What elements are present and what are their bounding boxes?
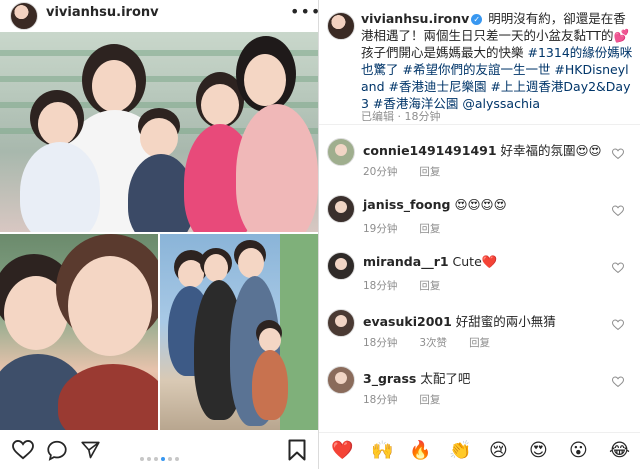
heart-eyes-emoji[interactable]: 😍 — [529, 441, 548, 461]
surprised-emoji[interactable]: 😮 — [569, 441, 588, 461]
carousel-dot — [153, 457, 158, 461]
comment-like-heart-icon[interactable] — [612, 148, 624, 160]
raised-hands-emoji[interactable]: 🙌 — [371, 441, 393, 461]
comment-text: connie1491491491 好幸福的氛圍😍😍 — [363, 140, 602, 159]
comment-row: miranda__r1 Cute❤️ 18分钟 回复 — [319, 248, 640, 304]
reply-button[interactable]: 回复 — [419, 280, 440, 292]
comment-emoji: 😍😍 — [575, 143, 602, 158]
comment-body: 太配了吧 — [416, 371, 471, 386]
caption-body-2: 孩子們開心是媽媽最大的快樂 — [361, 45, 524, 60]
caption-meta: 已编辑 · 18分钟 — [361, 110, 441, 123]
comment-like-heart-icon[interactable] — [612, 262, 624, 274]
carousel-dot — [174, 457, 179, 461]
caption-avatar[interactable] — [327, 12, 355, 40]
laughing-emoji[interactable]: 😂 — [609, 441, 630, 461]
commenter-avatar[interactable] — [327, 252, 355, 280]
commenter-avatar[interactable] — [327, 366, 355, 394]
author-username[interactable]: vivianhsu.ironv — [46, 5, 159, 20]
comment-like-heart-icon[interactable] — [612, 376, 624, 388]
comment-time: 18分钟 — [363, 337, 398, 349]
comment-like-heart-icon[interactable] — [612, 319, 624, 331]
bookmark-icon[interactable] — [288, 439, 306, 461]
comment-meta: 20分钟 回复 — [363, 164, 462, 179]
comment-row: evasuki2001 好甜蜜的兩小無猜 18分钟 3次赞 回复 — [319, 305, 640, 361]
comment-emoji: ❤️ — [481, 254, 498, 269]
comment-meta: 18分钟 回复 — [363, 278, 462, 293]
comment-text: 3_grass 太配了吧 — [363, 368, 470, 387]
caption-time: 18分钟 — [404, 110, 441, 123]
carousel-dot-active — [160, 457, 165, 461]
heart-emoji[interactable]: ❤️ — [331, 441, 353, 461]
post-media-panel: vivianhsu.ironv ••• — [0, 0, 321, 469]
comment-time: 19分钟 — [363, 223, 398, 235]
comment-time: 18分钟 — [363, 394, 398, 406]
clapping-emoji[interactable]: 👏 — [449, 441, 471, 461]
comment-body: Cute — [448, 254, 482, 269]
comment-time: 20分钟 — [363, 166, 398, 178]
quick-emoji-bar: ❤️ 🙌 🔥 👏 😢 😍 😮 😂 — [319, 432, 640, 470]
edited-label: 已编辑 — [361, 110, 394, 123]
comment-emoji: 😍😍😍😍 — [454, 197, 507, 212]
reply-button[interactable]: 回复 — [469, 337, 490, 349]
caption-username[interactable]: vivianhsu.ironv — [361, 11, 469, 26]
carousel-dot — [146, 457, 151, 461]
comment-row: 3_grass 太配了吧 18分钟 回复 — [319, 362, 640, 418]
comment-text: miranda__r1 Cute❤️ — [363, 254, 497, 270]
author-avatar[interactable] — [10, 2, 38, 30]
fire-emoji[interactable]: 🔥 — [409, 441, 431, 461]
verified-badge-icon: ✓ — [471, 14, 483, 25]
comment-row: connie1491491491 好幸福的氛圍😍😍 20分钟 回复 — [319, 134, 640, 190]
comment-icon[interactable] — [46, 440, 68, 461]
commenter-avatar[interactable] — [327, 309, 355, 337]
reply-button[interactable]: 回复 — [419, 166, 440, 178]
comment-body: 好甜蜜的兩小無猜 — [451, 314, 556, 329]
commenter-avatar[interactable] — [327, 195, 355, 223]
comment-body: 好幸福的氛圍 — [496, 143, 576, 158]
share-icon[interactable] — [80, 440, 101, 460]
post-photo-top[interactable] — [0, 32, 318, 232]
comment-meta: 18分钟 回复 — [363, 392, 462, 407]
commenter-avatar[interactable] — [327, 138, 355, 166]
post-photo-bottom-right[interactable] — [160, 234, 318, 430]
commenter-username[interactable]: 3_grass — [363, 371, 416, 386]
post-photo-bottom-left[interactable] — [0, 234, 158, 430]
heart-outline-icon[interactable] — [12, 440, 34, 460]
reply-button[interactable]: 回复 — [419, 223, 440, 235]
caption-text: vivianhsu.ironv ✓ 明明沒有約，卻還是在香港相遇了！兩個生日只差一… — [361, 10, 633, 112]
comment-time: 18分钟 — [363, 280, 398, 292]
comment-likes[interactable]: 3次赞 — [419, 337, 447, 349]
commenter-username[interactable]: miranda__r1 — [363, 254, 449, 269]
caption-separator — [319, 124, 640, 125]
comment-text: janiss_foong 😍😍😍😍 — [363, 197, 507, 212]
reply-button[interactable]: 回复 — [419, 394, 440, 406]
commenter-username[interactable]: janiss_foong — [363, 197, 451, 212]
comments-panel: vivianhsu.ironv ✓ 明明沒有約，卻還是在香港相遇了！兩個生日只差一… — [319, 0, 640, 469]
more-horizontal-icon[interactable]: ••• — [290, 2, 321, 21]
comment-row: janiss_foong 😍😍😍😍 19分钟 回复 — [319, 191, 640, 247]
post-header: vivianhsu.ironv ••• — [0, 0, 321, 30]
comment-like-heart-icon[interactable] — [612, 205, 624, 217]
commenter-username[interactable]: evasuki2001 — [363, 314, 452, 329]
carousel-dot — [139, 457, 144, 461]
carousel-dot — [167, 457, 172, 461]
commenter-username[interactable]: connie1491491491 — [363, 143, 497, 158]
crying-emoji[interactable]: 😢 — [489, 441, 508, 461]
comment-text: evasuki2001 好甜蜜的兩小無猜 — [363, 311, 556, 330]
comment-meta: 18分钟 3次赞 回复 — [363, 335, 512, 350]
carousel-indicator — [138, 446, 180, 465]
two-hearts-emoji: 💕 — [613, 28, 630, 43]
post-action-bar — [0, 432, 318, 469]
comment-meta: 19分钟 回复 — [363, 221, 462, 236]
